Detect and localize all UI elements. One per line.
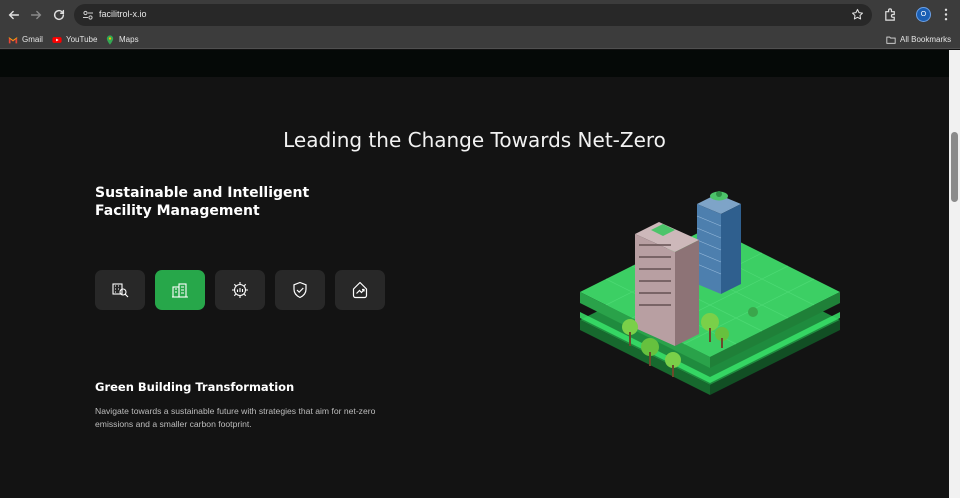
bookmark-label: Gmail: [22, 35, 43, 44]
youtube-icon: [52, 36, 62, 43]
back-arrow-icon: [8, 10, 20, 20]
page-viewport: Leading the Change Towards Net-Zero Sust…: [0, 50, 949, 498]
reload-button[interactable]: [50, 6, 68, 24]
hero-bottom-edge: [0, 50, 949, 77]
reload-icon: [53, 9, 65, 21]
feature-button-gear-analytics[interactable]: [215, 270, 265, 310]
shield-check-icon: [293, 281, 307, 299]
site-info-icon[interactable]: [82, 9, 94, 21]
building-search-icon: [112, 283, 129, 298]
feature-description: Navigate towards a sustainable future wi…: [95, 406, 376, 429]
maps-icon: [106, 34, 114, 45]
feature-button-building-search[interactable]: [95, 270, 145, 310]
scrollbar-thumb[interactable]: [951, 132, 958, 202]
browser-toolbar: facilitrol-x.io O: [0, 0, 960, 30]
feature-button-shield-check[interactable]: [275, 270, 325, 310]
page-scrollbar[interactable]: [949, 50, 960, 498]
section-title: Leading the Change Towards Net-Zero: [283, 128, 666, 152]
more-menu-icon[interactable]: [940, 7, 952, 22]
bookmark-star-icon[interactable]: [851, 8, 864, 21]
gmail-icon: [8, 36, 18, 43]
green-buildings-icon: [172, 283, 188, 298]
extensions-puzzle-icon[interactable]: [883, 7, 898, 22]
back-button[interactable]: [5, 6, 23, 24]
feature-button-growth-chart[interactable]: [335, 270, 385, 310]
section-subtitle: Sustainable and Intelligent Facility Man…: [95, 185, 310, 219]
gear-analytics-icon: [232, 282, 248, 298]
bookmark-maps[interactable]: Maps: [105, 33, 139, 46]
bookmark-label: Maps: [119, 35, 139, 44]
url-text: facilitrol-x.io: [99, 9, 147, 19]
forward-button[interactable]: [27, 6, 45, 24]
bookmark-label: YouTube: [66, 35, 98, 44]
feature-title: Green Building Transformation: [95, 380, 295, 394]
all-bookmarks-label: All Bookmarks: [900, 35, 952, 44]
all-bookmarks-button[interactable]: All Bookmarks: [886, 33, 951, 46]
green-city-illustration: [580, 191, 840, 395]
profile-avatar[interactable]: O: [916, 7, 931, 22]
folder-icon: [886, 36, 896, 44]
bookmarks-bar: Gmail YouTube Maps All Bookmarks: [0, 30, 960, 49]
profile-initial: O: [920, 11, 927, 18]
growth-chart-icon: [352, 281, 368, 299]
bookmark-youtube[interactable]: YouTube: [52, 33, 97, 46]
feature-button-green-buildings[interactable]: [155, 270, 205, 310]
bookmark-gmail[interactable]: Gmail: [8, 33, 43, 46]
forward-arrow-icon: [30, 10, 42, 20]
address-bar[interactable]: facilitrol-x.io: [74, 4, 872, 26]
feature-icon-row: [95, 270, 385, 310]
